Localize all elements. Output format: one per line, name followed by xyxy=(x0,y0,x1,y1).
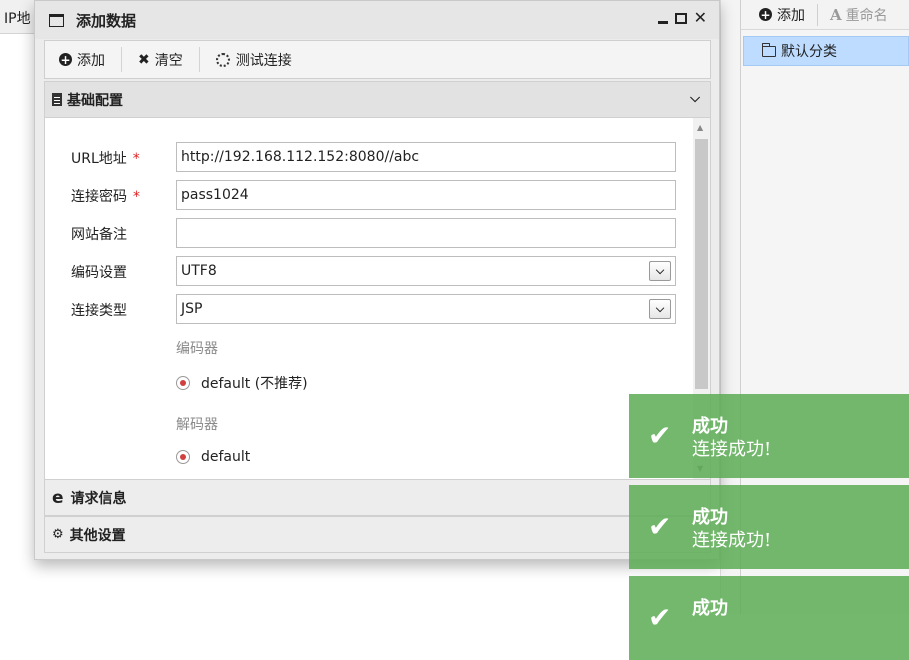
password-label: 连接密码 * xyxy=(71,189,140,205)
minimize-icon[interactable] xyxy=(657,21,668,24)
dialog-toolbar: + 添加 ✖ 清空 测试连接 xyxy=(44,40,711,79)
column-header-ip[interactable]: IP地 xyxy=(4,8,31,28)
check-icon: ✔ xyxy=(648,510,672,543)
note-label: 网站备注 xyxy=(71,227,127,243)
note-row: 网站备注 xyxy=(45,218,695,248)
radio-selected-icon[interactable] xyxy=(176,376,190,390)
type-select[interactable]: JSP ⌵ xyxy=(176,294,676,324)
test-connection-button[interactable]: 测试连接 xyxy=(215,50,292,70)
toast-title: 成功 xyxy=(692,598,728,619)
toolbar-divider xyxy=(198,47,200,72)
url-label: URL地址 * xyxy=(71,151,140,167)
type-value: JSP xyxy=(181,301,203,317)
category-item-default[interactable]: 默认分类 xyxy=(743,36,909,66)
type-row: 连接类型 JSP ⌵ xyxy=(45,294,695,324)
gears-icon: ⚙ xyxy=(52,527,64,542)
encoder-option-default[interactable]: default (不推荐) xyxy=(176,373,308,393)
category-add-label: 添加 xyxy=(777,7,805,24)
toast-success[interactable]: ✔ 成功 连接成功! xyxy=(629,485,909,569)
required-mark: * xyxy=(132,151,140,167)
document-icon xyxy=(52,93,62,106)
encoding-row: 编码设置 UTF8 ⌵ xyxy=(45,256,695,286)
plus-circle-icon: + xyxy=(59,52,72,67)
toolbar-divider xyxy=(817,3,818,26)
password-row: 连接密码 * pass1024 xyxy=(45,180,695,210)
toast-success[interactable]: ✔ 成功 xyxy=(629,576,909,660)
category-rename-button[interactable]: A 重命名 xyxy=(830,5,888,25)
chevron-down-icon: ⌵ xyxy=(690,91,700,106)
spinner-icon xyxy=(215,52,230,67)
dialog-title: 添加数据 xyxy=(76,11,137,30)
toast-message: 连接成功! xyxy=(692,530,772,551)
encoding-select[interactable]: UTF8 ⌵ xyxy=(176,256,676,286)
test-connection-label: 测试连接 xyxy=(235,52,292,69)
section-request-info[interactable]: e 请求信息 xyxy=(44,479,711,516)
section-basic-config[interactable]: 基础配置 ⌵ xyxy=(44,81,711,118)
encoder-option-label: default (不推荐) xyxy=(201,376,308,392)
basic-config-form: URL地址 * http://192.168.112.152:8080//abc … xyxy=(44,118,711,479)
url-input[interactable]: http://192.168.112.152:8080//abc xyxy=(176,142,676,172)
section-basic-title: 基础配置 xyxy=(67,92,123,109)
section-other-settings[interactable]: ⚙ 其他设置 xyxy=(44,516,711,553)
section-request-title: 请求信息 xyxy=(70,490,127,507)
scroll-up-icon[interactable]: ▲ xyxy=(697,123,703,132)
note-input[interactable] xyxy=(176,218,676,248)
password-input[interactable]: pass1024 xyxy=(176,180,676,210)
category-toolbar: + 添加 A 重命名 xyxy=(741,0,909,30)
toast-message: 连接成功! xyxy=(692,439,772,460)
check-icon: ✔ xyxy=(648,601,672,634)
add-data-dialog: 添加数据 ✕ + 添加 ✖ 清空 测试连接 基础配置 ⌵ URL地址 * http… xyxy=(34,0,720,560)
decoder-option-default[interactable]: default xyxy=(176,449,250,465)
window-icon xyxy=(49,13,64,27)
category-rename-label: 重命名 xyxy=(845,7,888,24)
times-icon: ✖ xyxy=(138,51,150,68)
chevron-down-icon[interactable]: ⌵ xyxy=(649,299,671,319)
add-button[interactable]: + 添加 xyxy=(59,50,105,70)
radio-selected-icon[interactable] xyxy=(176,450,190,464)
font-icon: A xyxy=(830,5,842,24)
close-icon[interactable]: ✕ xyxy=(694,10,707,26)
decoder-label: 解码器 xyxy=(176,417,218,433)
category-add-button[interactable]: + 添加 xyxy=(759,5,805,25)
encoding-label: 编码设置 xyxy=(71,265,127,281)
toast-success[interactable]: ✔ 成功 连接成功! xyxy=(629,394,909,478)
clear-button[interactable]: ✖ 清空 xyxy=(138,50,183,70)
scrollbar-thumb[interactable] xyxy=(695,139,708,389)
folder-icon xyxy=(762,42,776,57)
toolbar-divider xyxy=(121,47,122,72)
type-label: 连接类型 xyxy=(71,303,127,319)
edge-icon: e xyxy=(52,487,64,508)
check-icon: ✔ xyxy=(648,419,672,452)
clear-button-label: 清空 xyxy=(154,52,183,69)
dialog-titlebar[interactable]: 添加数据 ✕ xyxy=(35,1,719,39)
section-other-title: 其他设置 xyxy=(69,527,126,544)
category-label: 默认分类 xyxy=(781,44,837,60)
url-row: URL地址 * http://192.168.112.152:8080//abc xyxy=(45,142,695,172)
chevron-down-icon[interactable]: ⌵ xyxy=(649,261,671,281)
encoder-label: 编码器 xyxy=(176,341,218,357)
window-controls: ✕ xyxy=(657,10,707,26)
add-button-label: 添加 xyxy=(77,52,105,69)
encoding-value: UTF8 xyxy=(181,263,217,279)
decoder-option-label: default xyxy=(201,449,251,465)
maximize-icon[interactable] xyxy=(674,12,687,24)
plus-circle-icon: + xyxy=(759,7,772,22)
required-mark: * xyxy=(133,189,140,205)
